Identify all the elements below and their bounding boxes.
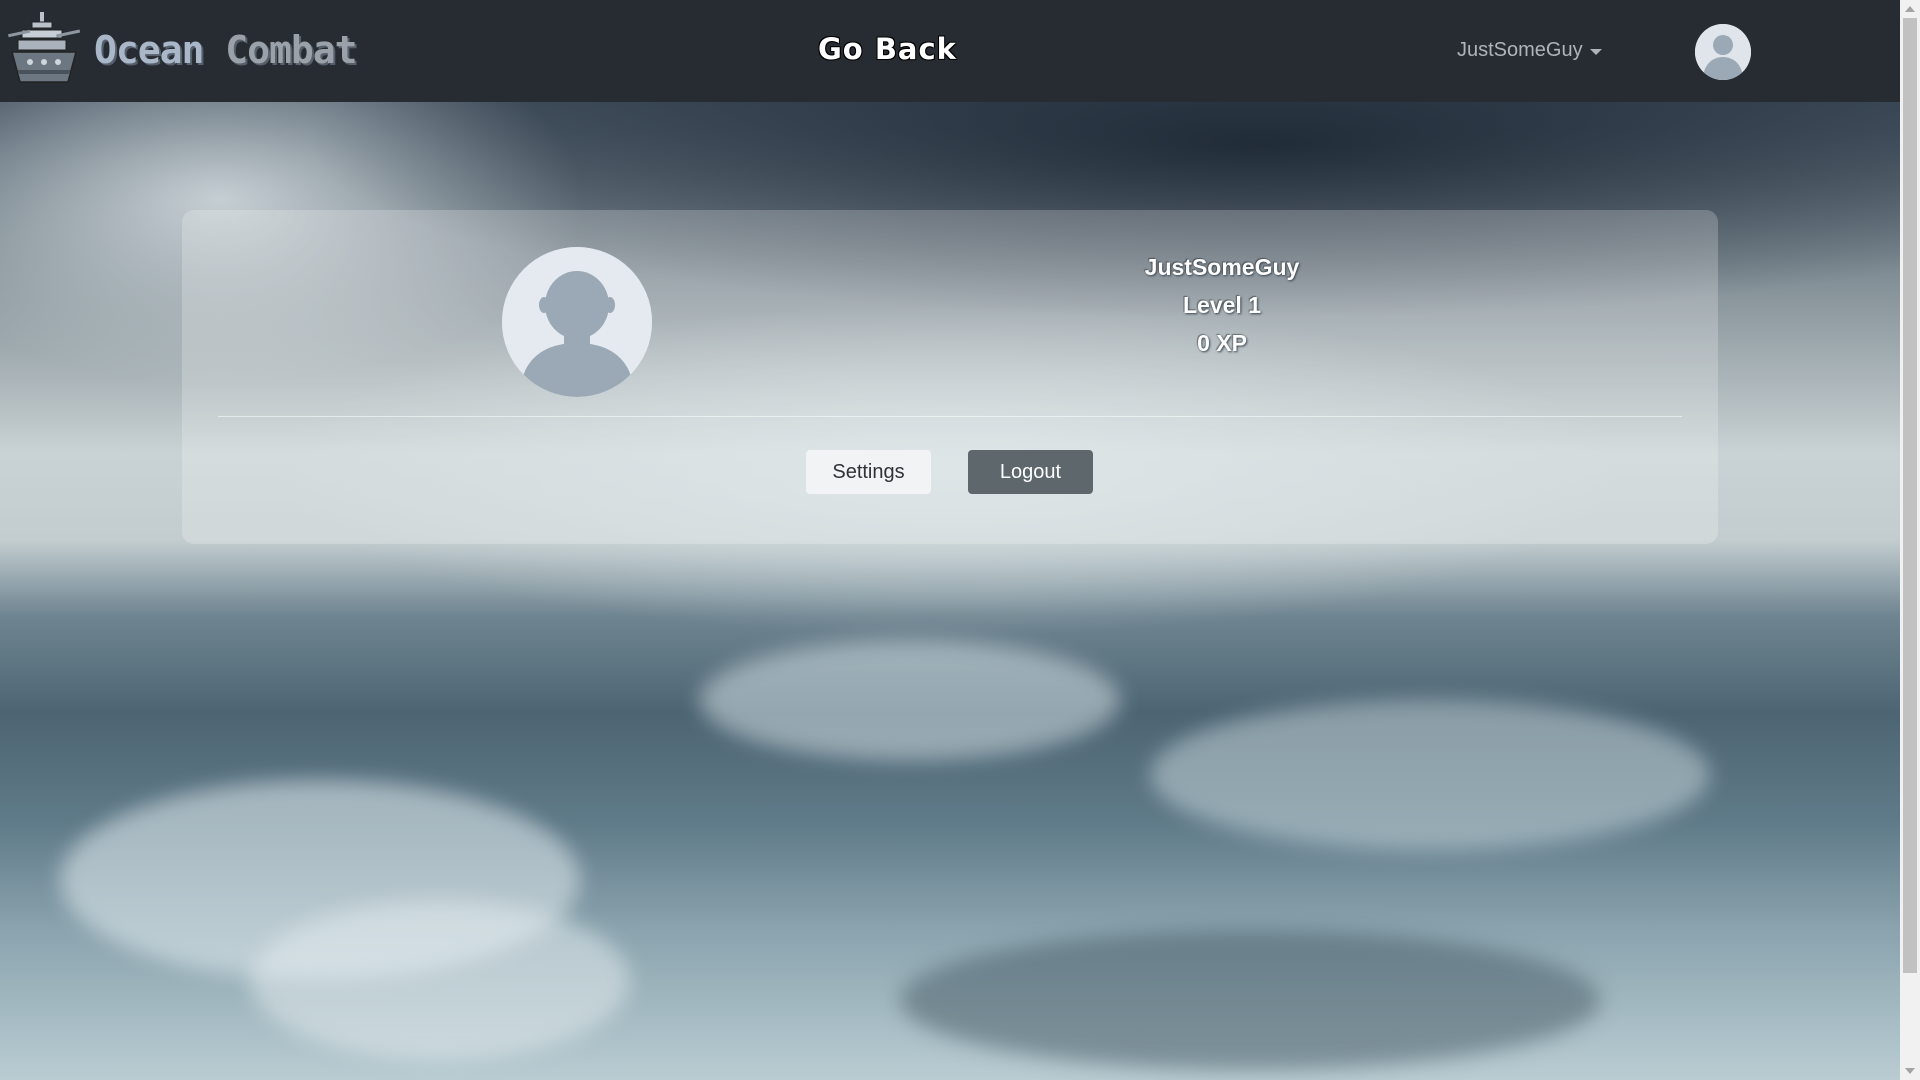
profile-level: Level 1: [1183, 292, 1261, 318]
scroll-up-arrow-icon[interactable]: [1905, 6, 1915, 12]
logout-button[interactable]: Logout: [968, 450, 1093, 494]
brand-name: Ocean Combat: [94, 28, 358, 72]
profile-username: JustSomeGuy: [1144, 254, 1300, 280]
brand-word-ocean: Ocean: [94, 28, 204, 72]
battleship-logo-icon: [8, 12, 81, 83]
page-scrollbar[interactable]: [1900, 0, 1920, 1080]
user-menu-label: JustSomeGuy: [1457, 39, 1583, 61]
user-avatar-icon: [1695, 24, 1751, 80]
profile-avatar: [502, 247, 652, 397]
profile-xp: 0 XP: [1197, 330, 1247, 356]
nav-user-avatar[interactable]: [1695, 24, 1751, 80]
wave-foam: [1150, 700, 1710, 850]
brand-word-combat: Combat: [225, 28, 357, 72]
wave-foam: [700, 640, 1120, 760]
scroll-down-arrow-icon[interactable]: [1905, 1068, 1915, 1074]
profile-info: JustSomeGuy Level 1 0 XP: [1102, 248, 1342, 362]
user-menu-dropdown[interactable]: JustSomeGuy: [1457, 39, 1602, 62]
settings-button[interactable]: Settings: [806, 450, 931, 494]
scrollbar-thumb[interactable]: [1903, 18, 1917, 973]
go-back-link[interactable]: Go Back: [818, 32, 957, 66]
top-navbar: Ocean Combat Go Back JustSomeGuy: [0, 0, 1900, 102]
card-divider: [218, 416, 1682, 417]
caret-down-icon: [1589, 48, 1602, 55]
wave-foam: [250, 900, 630, 1060]
wave-foam: [900, 930, 1600, 1070]
user-avatar-icon: [502, 247, 652, 397]
profile-card: JustSomeGuy Level 1 0 XP Settings Logout: [182, 210, 1718, 544]
brand[interactable]: Ocean Combat: [4, 10, 358, 90]
